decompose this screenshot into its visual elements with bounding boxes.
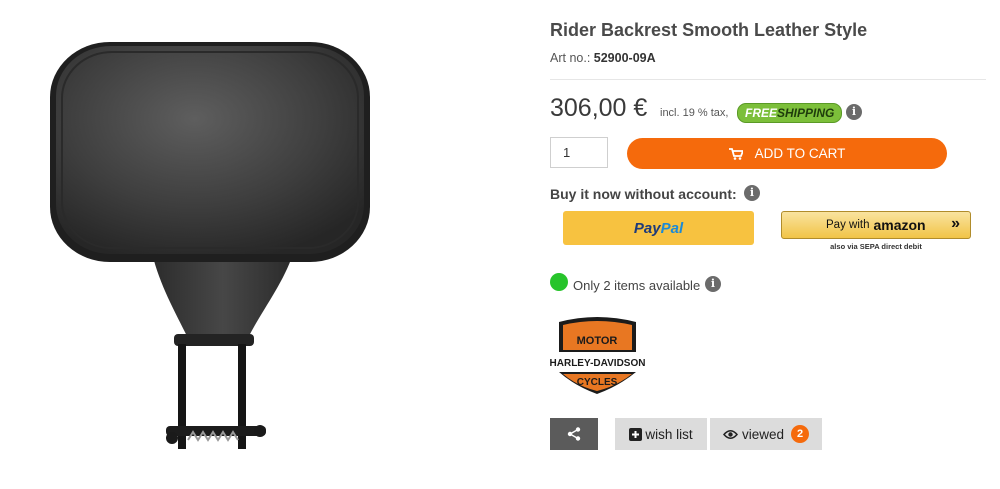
free-shipping-free: FREE xyxy=(745,106,778,120)
stock-info-icon[interactable]: i xyxy=(705,276,721,292)
share-icon xyxy=(567,427,581,441)
price: 306,00 € xyxy=(550,94,648,122)
eye-icon xyxy=(722,429,738,439)
viewed-count-badge: 2 xyxy=(791,425,810,443)
svg-text:MOTOR: MOTOR xyxy=(577,335,618,347)
product-image xyxy=(50,42,370,449)
buy-info-icon[interactable]: i xyxy=(744,185,760,201)
article-number: Art no.: 52900-09A xyxy=(550,51,656,65)
amazon-logo-text: amazon xyxy=(873,217,926,233)
tax-note: incl. 19 % tax, xyxy=(660,107,729,119)
add-to-cart-button[interactable]: ADD TO CART xyxy=(627,138,947,169)
viewed-label: viewed xyxy=(741,426,785,442)
share-button[interactable] xyxy=(550,418,598,450)
harley-davidson-logo[interactable]: MOTOR HARLEY-DAVIDSON CYCLES xyxy=(549,316,646,394)
wishlist-label: wish list xyxy=(645,426,693,442)
chevron-double-right-icon: » xyxy=(951,215,960,232)
viewed-button[interactable]: viewed 2 xyxy=(710,418,822,450)
svg-text:HARLEY-DAVIDSON: HARLEY-DAVIDSON xyxy=(550,358,646,369)
free-shipping-badge: FREESHIPPING xyxy=(737,103,843,123)
add-to-cart-label: ADD TO CART xyxy=(754,146,846,161)
paypal-pay-text: Pay xyxy=(633,219,661,237)
paypal-pal-text: Pal xyxy=(660,219,684,237)
free-shipping-shipping: SHIPPING xyxy=(777,106,835,120)
article-number-label: Art no.: xyxy=(550,51,591,65)
buy-without-account-label: Buy it now without account: xyxy=(550,186,737,202)
wishlist-button[interactable]: wish list xyxy=(615,418,707,450)
shipping-info-icon[interactable]: i xyxy=(846,104,862,120)
product-title: Rider Backrest Smooth Leather Style xyxy=(550,20,868,40)
stock-status-icon xyxy=(550,273,568,291)
amazon-pay-with-text: Pay with xyxy=(826,219,870,231)
article-number-value: 52900-09A xyxy=(593,51,656,65)
stock-text: Only 2 items available xyxy=(573,278,701,293)
amazon-sepa-note: also via SEPA direct debit xyxy=(830,242,922,251)
paypal-button[interactable]: Pay Pal xyxy=(563,211,754,245)
cart-icon xyxy=(728,147,743,160)
amazon-pay-button[interactable]: Pay with amazon » xyxy=(781,211,971,239)
quantity-input[interactable] xyxy=(550,137,608,168)
svg-text:CYCLES: CYCLES xyxy=(577,377,618,388)
plus-square-icon xyxy=(629,427,643,441)
divider xyxy=(550,79,986,80)
